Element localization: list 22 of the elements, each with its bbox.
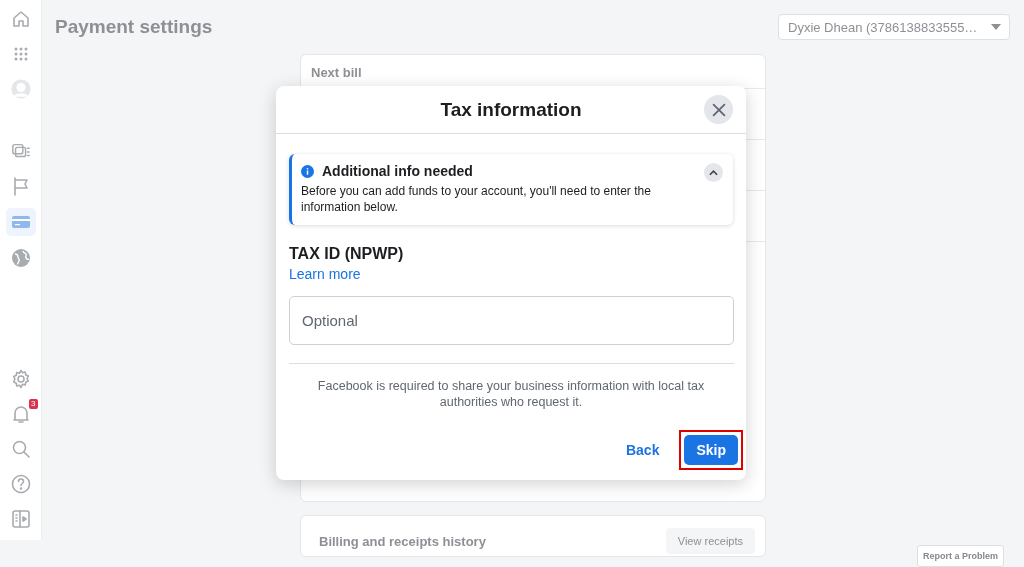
disclaimer-text: Facebook is required to share your business information with local tax authorities who request it.	[316, 378, 706, 410]
learn-more-link[interactable]: Learn more	[289, 266, 361, 282]
caret-icon	[991, 24, 1001, 30]
account-dropdown[interactable]: Dyxie Dhean (3786138833555…	[778, 14, 1010, 40]
back-button[interactable]: Back	[613, 435, 672, 465]
card-title: Next bill	[311, 65, 362, 80]
credit-card-icon[interactable]	[5, 208, 36, 236]
notice-text: Before you can add funds to your account, you'll need to enter the information below.	[301, 183, 652, 215]
report-problem-button[interactable]: Report a Problem	[917, 545, 1004, 567]
view-receipts-button[interactable]: View receipts	[665, 528, 755, 554]
info-icon	[301, 164, 314, 178]
card-title: Billing and receipts history	[319, 533, 486, 549]
field-label: TAX ID (NPWP)	[289, 245, 405, 263]
skip-button[interactable]: Skip	[684, 435, 738, 465]
page-title: Payment settings	[55, 16, 213, 38]
notification-badge: 3	[29, 399, 38, 409]
notice-title: Additional info needed	[322, 163, 474, 179]
dialog-title: Tax information	[440, 98, 582, 121]
tax-id-field[interactable]: Optional	[289, 296, 734, 345]
collapse-button[interactable]	[704, 163, 723, 182]
close-button[interactable]	[704, 95, 733, 124]
chevron-up-icon	[709, 169, 718, 176]
